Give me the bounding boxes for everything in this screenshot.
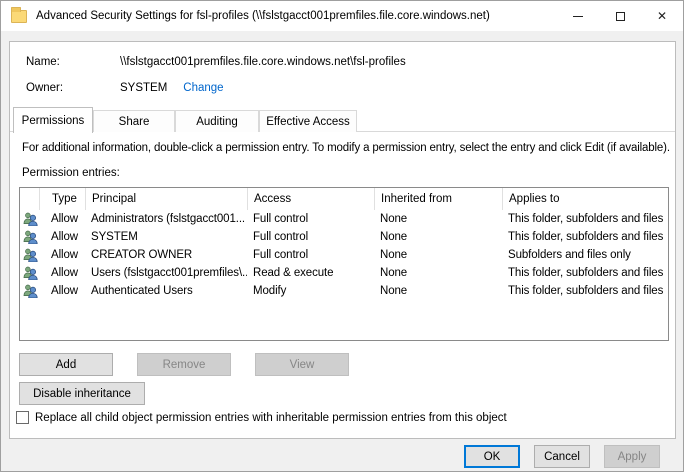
minimize-button[interactable] bbox=[557, 1, 599, 31]
users-icon bbox=[20, 228, 39, 246]
disable-inheritance-button[interactable]: Disable inheritance bbox=[19, 382, 145, 405]
window-title: Advanced Security Settings for fsl-profi… bbox=[36, 10, 490, 22]
owner-value: SYSTEM bbox=[120, 82, 168, 94]
minimize-icon bbox=[573, 15, 583, 17]
header-inherited-from[interactable]: Inherited from bbox=[374, 188, 502, 210]
users-icon bbox=[20, 264, 39, 282]
change-owner-link[interactable]: Change bbox=[183, 82, 223, 94]
name-row: Name: \\fslstgacct001premfiles.file.core.… bbox=[26, 56, 406, 68]
table-row[interactable]: Allow Users (fslstgacct001premfiles\... … bbox=[20, 264, 668, 282]
row-principal: SYSTEM bbox=[91, 231, 138, 243]
row-principal: Users (fslstgacct001premfiles\... bbox=[91, 267, 247, 279]
owner-label: Owner: bbox=[26, 82, 64, 94]
permission-entries-label: Permission entries: bbox=[22, 167, 120, 179]
header-icon-column bbox=[20, 188, 39, 210]
row-type: Allow bbox=[51, 213, 78, 225]
row-principal: Authenticated Users bbox=[91, 285, 193, 297]
header-principal[interactable]: Principal bbox=[85, 188, 247, 210]
row-applies-to: This folder, subfolders and files bbox=[508, 231, 664, 243]
permission-entries-list: Type Principal Access Inherited from App… bbox=[19, 187, 669, 341]
tab-share[interactable]: Share bbox=[93, 110, 175, 132]
row-type: Allow bbox=[51, 285, 78, 297]
row-principal: CREATOR OWNER bbox=[91, 249, 193, 261]
row-applies-to: This folder, subfolders and files bbox=[508, 213, 664, 225]
name-value: \\fslstgacct001premfiles.file.core.windo… bbox=[120, 56, 406, 68]
header-access[interactable]: Access bbox=[247, 188, 374, 210]
cancel-button[interactable]: Cancel bbox=[534, 445, 590, 468]
checkbox-icon bbox=[16, 411, 29, 424]
row-applies-to: Subfolders and files only bbox=[508, 249, 631, 261]
name-label: Name: bbox=[26, 56, 60, 68]
maximize-button[interactable] bbox=[599, 1, 641, 31]
table-row[interactable]: Allow CREATOR OWNER Full control None Su… bbox=[20, 246, 668, 264]
maximize-icon bbox=[615, 11, 625, 21]
advanced-security-settings-dialog: Advanced Security Settings for fsl-profi… bbox=[0, 0, 684, 472]
users-icon bbox=[20, 246, 39, 264]
row-applies-to: This folder, subfolders and files bbox=[508, 267, 664, 279]
window-controls: ✕ bbox=[557, 1, 683, 31]
add-button[interactable]: Add bbox=[19, 353, 113, 376]
remove-button[interactable]: Remove bbox=[137, 353, 231, 376]
checkbox-label: Replace all child object permission entr… bbox=[35, 411, 507, 424]
row-type: Allow bbox=[51, 267, 78, 279]
row-access: Full control bbox=[253, 231, 309, 243]
row-inherited-from: None bbox=[380, 249, 408, 261]
users-icon bbox=[20, 210, 39, 228]
header-applies-to[interactable]: Applies to bbox=[502, 188, 668, 210]
content-panel: Name: \\fslstgacct001premfiles.file.core.… bbox=[9, 41, 676, 439]
info-text: For additional information, double-click… bbox=[22, 142, 670, 154]
row-access: Full control bbox=[253, 213, 309, 225]
row-access: Read & execute bbox=[253, 267, 334, 279]
titlebar: Advanced Security Settings for fsl-profi… bbox=[1, 1, 683, 31]
row-type: Allow bbox=[51, 249, 78, 261]
table-row[interactable]: Allow SYSTEM Full control None This fold… bbox=[20, 228, 668, 246]
tab-effective-access[interactable]: Effective Access bbox=[259, 110, 357, 132]
ok-button[interactable]: OK bbox=[464, 445, 520, 468]
row-inherited-from: None bbox=[380, 231, 408, 243]
row-access: Full control bbox=[253, 249, 309, 261]
header-type[interactable]: Type bbox=[39, 188, 85, 210]
owner-row: Owner: SYSTEM Change bbox=[26, 82, 224, 94]
close-button[interactable]: ✕ bbox=[641, 1, 683, 31]
folder-icon bbox=[11, 6, 27, 23]
apply-button[interactable]: Apply bbox=[604, 445, 660, 468]
tab-auditing[interactable]: Auditing bbox=[175, 110, 259, 132]
row-applies-to: This folder, subfolders and files bbox=[508, 285, 664, 297]
table-row[interactable]: Allow Authenticated Users Modify None Th… bbox=[20, 282, 668, 300]
close-icon: ✕ bbox=[656, 9, 668, 23]
row-inherited-from: None bbox=[380, 267, 408, 279]
row-inherited-from: None bbox=[380, 213, 408, 225]
row-principal: Administrators (fslstgacct001... bbox=[91, 213, 246, 225]
view-button[interactable]: View bbox=[255, 353, 349, 376]
replace-child-permissions-checkbox[interactable]: Replace all child object permission entr… bbox=[16, 411, 507, 424]
row-inherited-from: None bbox=[380, 285, 408, 297]
table-row[interactable]: Allow Administrators (fslstgacct001... F… bbox=[20, 210, 668, 228]
list-header: Type Principal Access Inherited from App… bbox=[20, 188, 668, 210]
users-icon bbox=[20, 282, 39, 300]
row-type: Allow bbox=[51, 231, 78, 243]
row-access: Modify bbox=[253, 285, 287, 297]
tab-permissions[interactable]: Permissions bbox=[13, 107, 93, 133]
